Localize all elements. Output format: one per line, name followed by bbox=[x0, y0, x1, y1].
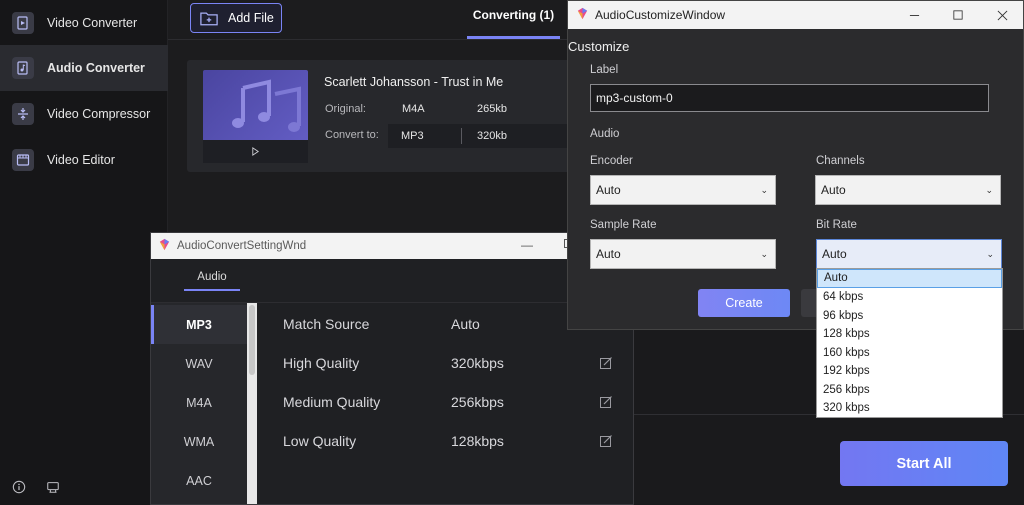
create-button[interactable]: Create bbox=[698, 289, 790, 317]
sidebar-item-label: Video Converter bbox=[47, 16, 138, 30]
chevron-down-icon: ⌄ bbox=[985, 185, 993, 195]
chevron-down-icon: ⌄ bbox=[760, 249, 768, 259]
encoder-caption: Encoder bbox=[590, 155, 633, 167]
bit-rate-option-64[interactable]: 64 kbps bbox=[817, 288, 1002, 307]
customize-heading: Customize bbox=[568, 39, 630, 54]
sidebar-item-audio-converter[interactable]: Audio Converter bbox=[0, 45, 168, 91]
bit-rate-option-96[interactable]: 96 kbps bbox=[817, 307, 1002, 326]
window-title: AudioConvertSettingWnd bbox=[177, 240, 307, 252]
bit-rate-dropdown: Auto 64 kbps 96 kbps 128 kbps 160 kbps 1… bbox=[816, 268, 1003, 418]
quality-value: Auto bbox=[451, 316, 480, 332]
add-file-button[interactable]: Add File bbox=[190, 3, 282, 33]
quality-row-high[interactable]: High Quality 320kbps bbox=[257, 344, 633, 383]
channels-select[interactable]: Auto ⌄ bbox=[815, 175, 1001, 205]
quality-row-low[interactable]: Low Quality 128kbps bbox=[257, 422, 633, 461]
minimize-button[interactable]: — bbox=[521, 238, 533, 252]
sidebar-item-label: Video Editor bbox=[47, 153, 115, 167]
quality-value: 256kbps bbox=[451, 394, 504, 410]
app-logo-icon bbox=[576, 7, 589, 23]
maximize-icon[interactable] bbox=[950, 7, 966, 23]
edit-icon[interactable] bbox=[599, 356, 613, 370]
music-notes-icon bbox=[232, 79, 301, 132]
quality-row-medium[interactable]: Medium Quality 256kbps bbox=[257, 383, 633, 422]
format-item-aac[interactable]: AAC bbox=[151, 461, 247, 500]
info-icon[interactable] bbox=[11, 479, 27, 495]
audio-converter-icon bbox=[12, 57, 34, 79]
play-icon[interactable] bbox=[251, 147, 260, 156]
edit-icon[interactable] bbox=[599, 434, 613, 448]
bit-rate-option-128[interactable]: 128 kbps bbox=[817, 325, 1002, 344]
quality-name: Medium Quality bbox=[283, 394, 381, 410]
tab-audio[interactable]: Audio bbox=[184, 271, 240, 283]
bit-rate-select[interactable]: Auto ⌄ bbox=[816, 239, 1002, 269]
audio-caption: Audio bbox=[590, 128, 620, 140]
bit-rate-option-256[interactable]: 256 kbps bbox=[817, 381, 1002, 400]
minimize-icon[interactable] bbox=[906, 7, 922, 23]
bit-rate-option-320[interactable]: 320 kbps bbox=[817, 399, 1002, 418]
scrollbar-thumb[interactable] bbox=[249, 305, 255, 375]
encoder-select[interactable]: Auto ⌄ bbox=[590, 175, 776, 205]
quality-name: Low Quality bbox=[283, 433, 357, 449]
start-all-button[interactable]: Start All bbox=[840, 441, 1008, 486]
chevron-down-icon: ⌄ bbox=[986, 249, 994, 259]
bit-rate-caption: Bit Rate bbox=[816, 219, 857, 231]
video-converter-icon bbox=[12, 12, 34, 34]
window-title: AudioCustomizeWindow bbox=[595, 8, 726, 22]
window-titlebar[interactable]: AudioConvertSettingWnd bbox=[151, 233, 633, 259]
tab-active-indicator bbox=[184, 289, 240, 291]
quality-name: Match Source bbox=[283, 316, 370, 332]
label-input[interactable] bbox=[590, 84, 989, 112]
sidebar: Video Converter Audio Converter Video Co… bbox=[0, 0, 168, 505]
target-bitrate: 320kb bbox=[477, 130, 507, 142]
sample-rate-caption: Sample Rate bbox=[590, 219, 657, 231]
format-list: MP3 WAV M4A WMA AAC bbox=[151, 303, 247, 504]
sidebar-item-video-converter[interactable]: Video Converter bbox=[0, 0, 168, 46]
bit-rate-option-160[interactable]: 160 kbps bbox=[817, 344, 1002, 363]
chevron-down-icon: ⌄ bbox=[760, 185, 768, 195]
sample-rate-select[interactable]: Auto ⌄ bbox=[590, 239, 776, 269]
video-compressor-icon bbox=[12, 103, 34, 125]
edit-icon[interactable] bbox=[599, 395, 613, 409]
label-caption: Label bbox=[590, 64, 619, 76]
target-format: MP3 bbox=[401, 130, 424, 142]
convert-to-label: Convert to: bbox=[325, 129, 379, 141]
sidebar-item-video-editor[interactable]: Video Editor bbox=[0, 137, 168, 183]
add-folder-icon bbox=[200, 11, 218, 25]
quality-value: 320kbps bbox=[451, 355, 504, 371]
sidebar-item-label: Audio Converter bbox=[47, 61, 145, 75]
quality-value: 128kbps bbox=[451, 433, 504, 449]
original-size: 265kb bbox=[477, 103, 507, 115]
channels-caption: Channels bbox=[816, 155, 865, 167]
quality-name: High Quality bbox=[283, 355, 360, 371]
format-item-wma[interactable]: WMA bbox=[151, 422, 247, 461]
original-format: M4A bbox=[402, 103, 425, 115]
tab-converting[interactable]: Converting (1) bbox=[467, 8, 560, 22]
format-item-wav[interactable]: WAV bbox=[151, 344, 247, 383]
original-label: Original: bbox=[325, 103, 366, 115]
app-logo-icon bbox=[158, 238, 171, 254]
bit-rate-option-192[interactable]: 192 kbps bbox=[817, 362, 1002, 381]
bit-rate-option-auto[interactable]: Auto bbox=[817, 269, 1002, 288]
close-icon[interactable] bbox=[994, 7, 1010, 23]
file-title: Scarlett Johansson - Trust in Me bbox=[324, 75, 504, 89]
format-item-m4a[interactable]: M4A bbox=[151, 383, 247, 422]
play-bar[interactable] bbox=[203, 140, 308, 163]
format-separator bbox=[461, 128, 462, 144]
audio-convert-setting-window: AudioConvertSettingWnd — Audio MP3 WAV M… bbox=[150, 232, 634, 505]
sidebar-item-label: Video Compressor bbox=[47, 107, 151, 121]
video-editor-icon bbox=[12, 149, 34, 171]
feedback-icon[interactable] bbox=[45, 479, 61, 495]
tab-active-indicator bbox=[467, 36, 560, 39]
format-item-mp3[interactable]: MP3 bbox=[151, 305, 247, 344]
sidebar-item-video-compressor[interactable]: Video Compressor bbox=[0, 91, 168, 137]
